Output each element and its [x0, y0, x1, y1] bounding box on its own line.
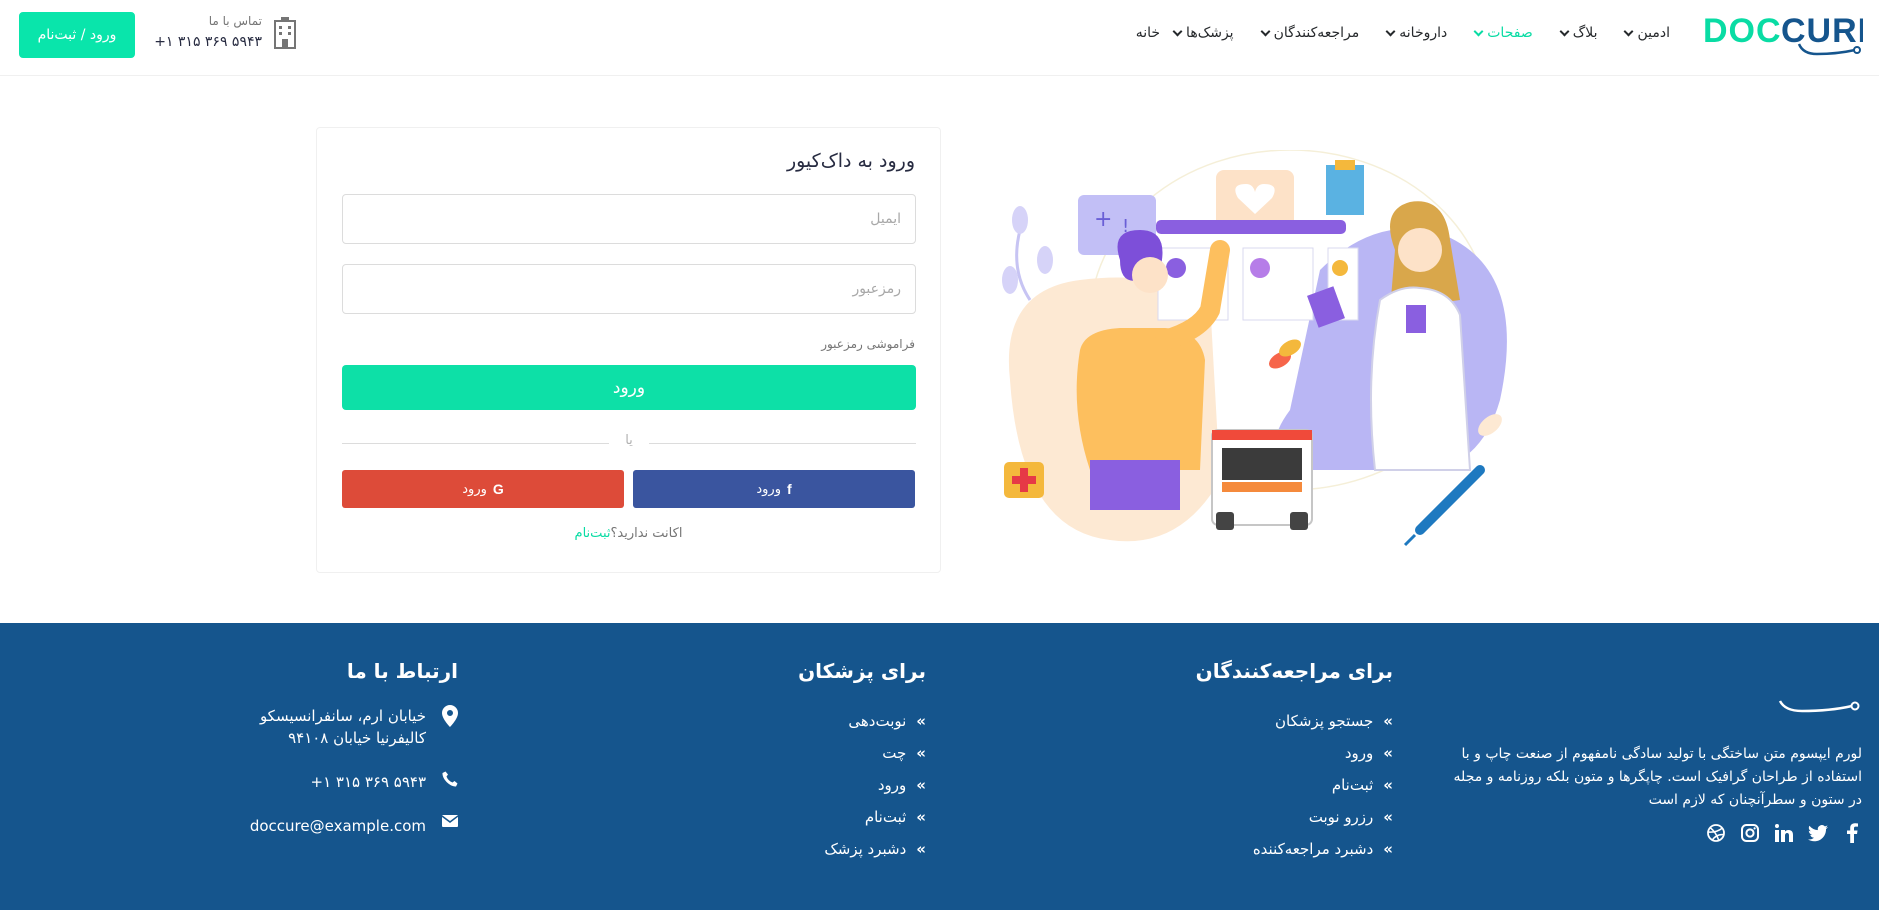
google-login-button[interactable]: G ورود: [342, 470, 624, 508]
contact-label: تماس با ما: [208, 14, 262, 28]
chevron-down-icon: [1559, 26, 1570, 36]
login-title: ورود به داک‌کیور: [786, 150, 915, 172]
svg-text:DOC: DOC: [1703, 12, 1782, 50]
signup-prompt: اکانت ندارید؟ثبت‌نام: [574, 526, 683, 541]
svg-text:+: +: [1094, 207, 1112, 232]
footer-link[interactable]: » ورود: [798, 769, 926, 801]
login-submit-button[interactable]: ورود: [342, 365, 916, 410]
email-field[interactable]: [342, 194, 916, 244]
login-illustration: + !: [1002, 150, 1507, 547]
chevron-down-icon: [1172, 26, 1183, 36]
footer-doctors: برای پزشکان » نوبت‌دهی » چت » ورود » ثبت‌نام…: [798, 659, 926, 865]
contact-phone[interactable]: +۱ ۳۱۵ ۳۶۹ ۵۹۴۳: [154, 34, 262, 50]
double-chevron-icon: »: [1383, 776, 1393, 794]
footer-link[interactable]: » ورود: [1196, 737, 1393, 769]
footer-link[interactable]: » دشبرد پزشک: [798, 833, 926, 865]
twitter-icon[interactable]: [1808, 823, 1828, 843]
nav-pharmacy[interactable]: داروخانه: [1373, 20, 1461, 46]
footer-link[interactable]: » ثبت‌نام: [798, 801, 926, 833]
footer-link[interactable]: » چت: [798, 737, 926, 769]
chevron-down-icon: [1260, 26, 1271, 36]
facebook-icon: f: [786, 481, 792, 497]
footer-link[interactable]: » ثبت‌نام: [1196, 769, 1393, 801]
header-contact: تماس با ما +۱ ۳۱۵ ۳۶۹ ۵۹۴۳: [152, 14, 298, 54]
footer-about: لورم ایپسوم متن ساختگی با تولید سادگی نا…: [1453, 746, 1862, 808]
footer-phone: +۱ ۳۱۵ ۳۶۹ ۵۹۴۳: [250, 771, 458, 793]
nav-home[interactable]: خانه: [1122, 20, 1160, 46]
double-chevron-icon: »: [916, 808, 926, 826]
chevron-down-icon: [1624, 26, 1634, 36]
footer-address: خیابان ارم، سانفرانسیسکو کالیفرنیا خیابا…: [250, 705, 458, 749]
login-card: ورود به داک‌کیور فراموشی رمزعبور ورود یا…: [316, 127, 941, 573]
login-signup-button[interactable]: ورود / ثبت‌نام: [19, 12, 135, 58]
nav-patients[interactable]: مراجعه‌کنندگان: [1248, 20, 1374, 46]
nav-pages[interactable]: صفحات: [1461, 20, 1546, 46]
or-divider: یا: [342, 433, 916, 453]
main-nav: خانه پزشک‌ها مراجعه‌کنندگان داروخانه صفح…: [1122, 20, 1684, 46]
footer-patients: برای مراجعه‌کنندگان » جستجو پزشکان » ورود …: [1196, 659, 1393, 865]
svg-text:DOCCURE: DOCCURE: [1652, 662, 1654, 706]
facebook-login-button[interactable]: f ورود: [633, 470, 915, 508]
chevron-down-icon: [1473, 26, 1484, 36]
footer-link[interactable]: » نوبت‌دهی: [798, 705, 926, 737]
double-chevron-icon: »: [916, 840, 926, 858]
nav-doctors[interactable]: پزشک‌ها: [1160, 20, 1248, 46]
nav-admin[interactable]: ادمین: [1611, 20, 1684, 46]
map-marker-icon: [442, 705, 458, 727]
site-header: DOC CURE خانه پزشک‌ها مراجعه‌کنندگان دار…: [0, 0, 1879, 76]
double-chevron-icon: »: [916, 712, 926, 730]
chevron-down-icon: [1385, 26, 1396, 36]
double-chevron-icon: »: [1383, 808, 1393, 826]
logo[interactable]: DOC CURE: [1703, 10, 1879, 56]
site-footer: DOCCURE لورم ایپسوم متن ساختگی با تولید …: [0, 623, 1879, 910]
hospital-icon: [274, 17, 296, 49]
footer-contact: ارتباط با ما خیابان ارم، سانفرانسیسکو کا…: [250, 659, 458, 837]
password-field[interactable]: [342, 264, 916, 314]
facebook-icon[interactable]: [1842, 823, 1862, 843]
double-chevron-icon: »: [1383, 712, 1393, 730]
double-chevron-icon: »: [916, 776, 926, 794]
double-chevron-icon: »: [916, 744, 926, 762]
dribbble-icon[interactable]: [1706, 823, 1726, 843]
signup-link[interactable]: ثبت‌نام: [575, 526, 611, 541]
double-chevron-icon: »: [1383, 840, 1393, 858]
footer-link[interactable]: » جستجو پزشکان: [1196, 705, 1393, 737]
envelope-icon: [442, 815, 458, 827]
footer-patients-title: برای مراجعه‌کنندگان: [1195, 659, 1393, 683]
footer-logo[interactable]: DOCCURE: [1438, 659, 1862, 715]
phone-icon: [442, 771, 458, 787]
google-icon: G: [492, 481, 504, 497]
footer-doctors-title: برای پزشکان: [798, 659, 926, 683]
instagram-icon[interactable]: [1740, 823, 1760, 843]
nav-blog[interactable]: بلاگ: [1547, 20, 1612, 46]
forgot-password-link[interactable]: فراموشی رمزعبور: [821, 337, 915, 351]
footer-link[interactable]: » دشبرد مراجعه‌کننده: [1196, 833, 1393, 865]
svg-text:CURE: CURE: [1781, 12, 1863, 50]
footer-email: doccure@example.com: [250, 815, 458, 837]
footer-contact-title: ارتباط با ما: [346, 659, 458, 683]
linkedin-icon[interactable]: [1774, 823, 1794, 843]
footer-social: [1706, 823, 1862, 843]
double-chevron-icon: »: [1383, 744, 1393, 762]
footer-link[interactable]: » رزرو نوبت: [1196, 801, 1393, 833]
